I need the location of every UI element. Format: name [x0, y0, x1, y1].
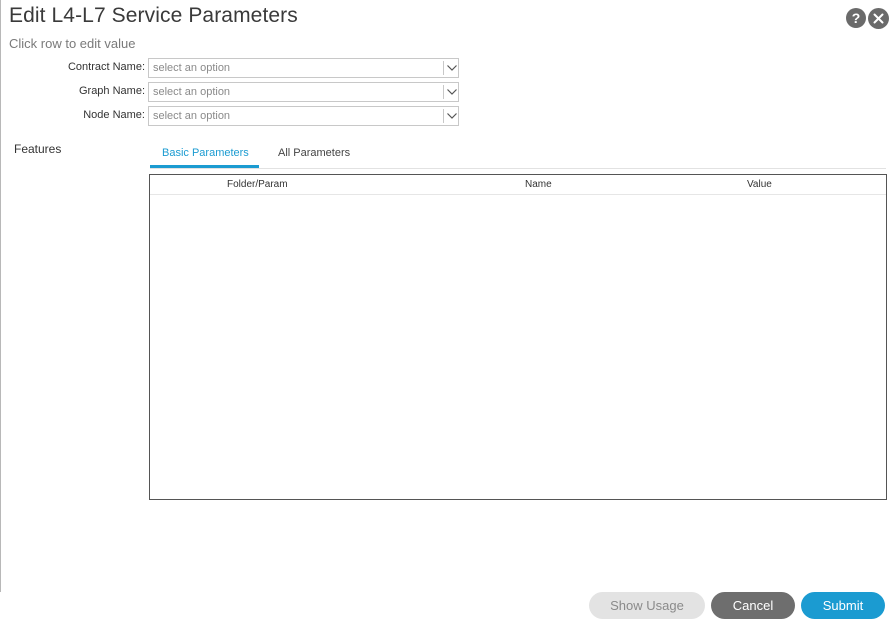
chevron-down-icon[interactable]: [446, 87, 458, 97]
tab-all-parameters[interactable]: All Parameters: [278, 147, 350, 159]
contract-name-placeholder: select an option: [153, 62, 231, 74]
dialog-title: Edit L4-L7 Service Parameters: [9, 4, 298, 27]
select-divider: [443, 109, 444, 123]
features-label: Features: [14, 142, 62, 156]
edit-service-parameters-dialog: Edit L4-L7 Service Parameters Click row …: [0, 0, 895, 628]
close-icon: [873, 13, 884, 24]
chevron-down-icon[interactable]: [446, 111, 458, 121]
graph-name-row: Graph Name: select an option: [0, 82, 460, 102]
chevron-down-icon[interactable]: [446, 63, 458, 73]
node-name-select[interactable]: select an option: [148, 106, 459, 126]
graph-name-label: Graph Name:: [78, 85, 145, 97]
submit-button[interactable]: Submit: [801, 592, 885, 619]
table-header: Folder/Param Name Value: [150, 175, 886, 195]
help-button[interactable]: ?: [846, 8, 866, 28]
node-name-label: Node Name:: [83, 109, 145, 121]
contract-name-label: Contract Name:: [67, 61, 145, 73]
graph-name-placeholder: select an option: [153, 86, 231, 98]
select-divider: [443, 61, 444, 75]
graph-name-select[interactable]: select an option: [148, 82, 459, 102]
contract-name-select[interactable]: select an option: [148, 58, 459, 78]
column-header-name[interactable]: Name: [525, 179, 552, 190]
column-header-value[interactable]: Value: [747, 179, 772, 190]
show-usage-button[interactable]: Show Usage: [589, 592, 705, 619]
question-icon: ?: [851, 10, 861, 26]
active-tab-indicator: [150, 165, 259, 168]
contract-name-row: Contract Name: select an option: [0, 58, 460, 78]
dialog-subtitle: Click row to edit value: [9, 36, 136, 51]
parameters-table[interactable]: Folder/Param Name Value: [149, 174, 887, 500]
column-header-folder-param[interactable]: Folder/Param: [227, 179, 288, 190]
select-divider: [443, 85, 444, 99]
node-name-row: Node Name: select an option: [0, 106, 460, 126]
node-name-placeholder: select an option: [153, 110, 231, 122]
parameter-tabs: Basic Parameters All Parameters: [150, 143, 886, 169]
tabs-divider: [150, 168, 886, 169]
close-button[interactable]: [868, 8, 889, 29]
cancel-button[interactable]: Cancel: [711, 592, 795, 619]
tab-basic-parameters[interactable]: Basic Parameters: [162, 147, 249, 159]
